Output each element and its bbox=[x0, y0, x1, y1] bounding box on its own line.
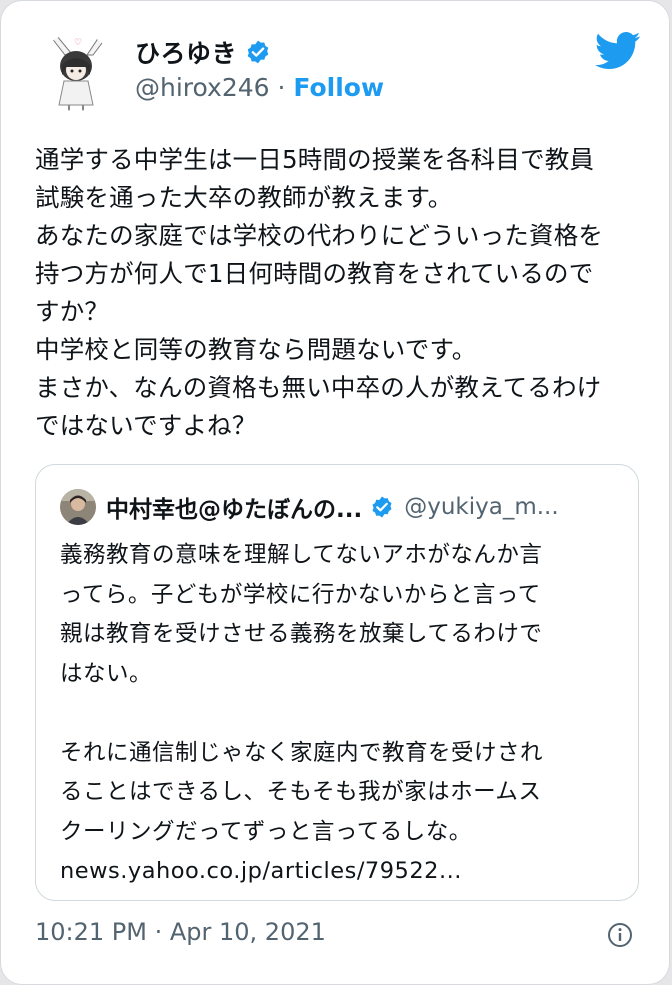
svg-text:♡: ♡ bbox=[74, 38, 82, 48]
verified-badge-icon bbox=[247, 40, 269, 64]
quoted-author-name: 中村幸也@ゆたぼんの... bbox=[106, 497, 363, 523]
tweet-card: ♡ ひろゆき @hirox246 · Follow 通学する中学生は一日5時間の… bbox=[0, 0, 670, 985]
follow-link[interactable]: Follow bbox=[293, 73, 384, 102]
quoted-author-avatar bbox=[60, 489, 96, 525]
quoted-author-handle: @yukiya_m... bbox=[404, 494, 559, 520]
author-avatar[interactable]: ♡ bbox=[37, 33, 115, 111]
info-icon[interactable] bbox=[607, 922, 633, 948]
twitter-bird-icon[interactable] bbox=[595, 31, 641, 71]
quoted-header: 中村幸也@ゆたぼんの... @yukiya_m... bbox=[106, 489, 559, 525]
handle-separator: · bbox=[269, 73, 294, 102]
author-name[interactable]: ひろゆき bbox=[135, 34, 237, 70]
tweet-timestamp[interactable]: 10:21 PM · Apr 10, 2021 bbox=[35, 918, 326, 946]
verified-badge-icon bbox=[372, 496, 392, 518]
quoted-tweet[interactable]: 中村幸也@ゆたぼんの... @yukiya_m... 義務教育の意味を理解してな… bbox=[35, 464, 639, 901]
tweet-text: 通学する中学生は一日5時間の授業を各科目で教員 試験を通った大卒の教師が教えます… bbox=[35, 145, 604, 440]
author-handle-row: @hirox246 · Follow bbox=[135, 73, 384, 102]
author-name-row: ひろゆき bbox=[135, 35, 271, 69]
quoted-text: 義務教育の意味を理解してないアホがなんか言 ってら。子どもが学校に行かないからと… bbox=[60, 542, 544, 884]
author-handle[interactable]: @hirox246 bbox=[135, 73, 270, 102]
